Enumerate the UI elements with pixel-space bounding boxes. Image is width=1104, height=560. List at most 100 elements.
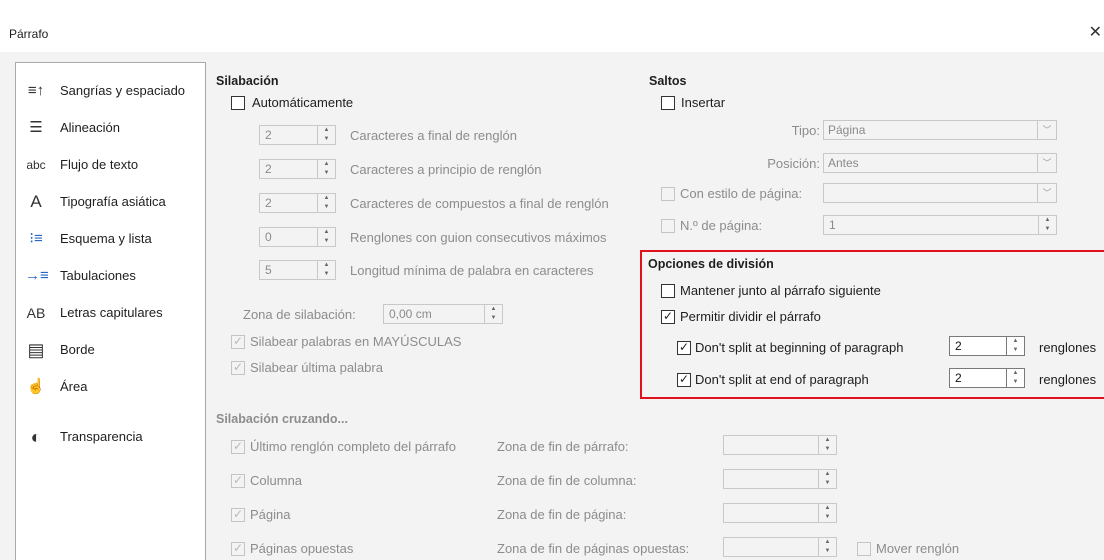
sidebar-item-tabs[interactable]: →≡ Tabulaciones — [16, 257, 205, 294]
checkmark-icon: ✓ — [232, 473, 244, 487]
spin-up-icon[interactable]: ▲ — [318, 160, 335, 169]
sidebar-item-border[interactable]: ▤ Borde — [16, 331, 205, 368]
spin-down-icon[interactable]: ▼ — [318, 135, 335, 144]
spinner-value: 5 — [265, 263, 272, 277]
no-split-start-spinner[interactable]: 2 ▲ ▼ — [949, 336, 1025, 356]
chars-line-begin-spinner[interactable]: 2 ▲ ▼ — [259, 159, 336, 179]
spin-down-icon[interactable]: ▼ — [819, 479, 836, 488]
sidebar-item-area[interactable]: ☝ Área — [16, 368, 205, 405]
automatic-hyphenation-checkbox[interactable] — [231, 96, 245, 110]
spin-up-icon[interactable]: ▲ — [318, 194, 335, 203]
spin-up-icon[interactable]: ▲ — [819, 470, 836, 479]
hyphenate-caps-checkbox[interactable]: ✓ — [231, 334, 245, 349]
spin-down-icon[interactable]: ▼ — [819, 547, 836, 556]
sidebar-item-outline-list[interactable]: ⁝≡ Esquema y lista — [16, 220, 205, 257]
spin-down-icon[interactable]: ▼ — [318, 203, 335, 212]
spin-up-icon[interactable]: ▲ — [318, 228, 335, 237]
spin-up-icon[interactable]: ▲ — [318, 261, 335, 270]
keep-with-next-label: Mantener junto al párrafo siguiente — [680, 283, 881, 298]
spin-buttons[interactable]: ▲ ▼ — [317, 126, 335, 144]
spin-buttons[interactable]: ▲ ▼ — [818, 436, 836, 454]
spinner-value: 0 — [265, 230, 272, 244]
spin-buttons[interactable]: ▲ ▼ — [317, 194, 335, 212]
no-split-end-spinner[interactable]: 2 ▲ ▼ — [949, 368, 1025, 388]
page-checkbox[interactable]: ✓ — [231, 507, 245, 522]
checkmark-icon: ✓ — [678, 372, 690, 386]
column-checkbox[interactable]: ✓ — [231, 473, 245, 488]
spin-up-icon[interactable]: ▲ — [485, 305, 502, 314]
spin-up-icon[interactable]: ▲ — [318, 126, 335, 135]
spin-buttons[interactable]: ▲ ▼ — [317, 261, 335, 279]
page-style-dropdown[interactable]: ﹀ — [823, 183, 1057, 203]
chevron-down-icon[interactable]: ﹀ — [1037, 184, 1056, 202]
spin-buttons[interactable]: ▲ ▼ — [484, 305, 502, 323]
facing-pages-zone-spinner[interactable]: ▲ ▼ — [723, 537, 837, 557]
min-word-length-spinner[interactable]: 5 ▲ ▼ — [259, 260, 336, 280]
page-style-checkbox[interactable] — [661, 187, 675, 201]
column-end-zone-spinner[interactable]: ▲ ▼ — [723, 469, 837, 489]
break-type-label: Tipo: — [791, 123, 820, 138]
spin-down-icon[interactable]: ▼ — [1039, 225, 1056, 234]
sidebar-item-drop-caps[interactable]: AB Letras capitulares — [16, 294, 205, 331]
break-type-dropdown[interactable]: Página ﹀ — [823, 120, 1057, 140]
spin-buttons[interactable]: ▲ ▼ — [1006, 369, 1024, 387]
hyphenate-last-word-checkbox[interactable]: ✓ — [231, 360, 245, 375]
chevron-down-icon[interactable]: ﹀ — [1037, 121, 1056, 139]
no-split-start-checkbox[interactable]: ✓ — [677, 340, 691, 355]
spin-up-icon[interactable]: ▲ — [819, 436, 836, 445]
spin-down-icon[interactable]: ▼ — [485, 314, 502, 323]
compound-chars-spinner[interactable]: 2 ▲ ▼ — [259, 193, 336, 213]
spin-down-icon[interactable]: ▼ — [318, 270, 335, 279]
sidebar-item-transparency[interactable]: ◐ Transparencia — [16, 418, 205, 455]
no-split-end-checkbox[interactable]: ✓ — [677, 372, 691, 387]
sidebar-item-indents[interactable]: ≡↑ Sangrías y espaciado — [16, 72, 205, 109]
spin-buttons[interactable]: ▲ ▼ — [818, 504, 836, 522]
move-line-checkbox[interactable] — [857, 542, 871, 556]
spin-down-icon[interactable]: ▼ — [318, 237, 335, 246]
sidebar-item-alignment[interactable]: ☰ Alineación — [16, 109, 205, 146]
insert-break-checkbox[interactable] — [661, 96, 675, 110]
paragraph-end-zone-spinner[interactable]: ▲ ▼ — [723, 435, 837, 455]
paragraph-end-zone-label: Zona de fin de párrafo: — [497, 439, 629, 454]
spin-up-icon[interactable]: ▲ — [1007, 369, 1024, 378]
sidebar-item-asian-typography[interactable]: A Tipografía asiática — [16, 183, 205, 220]
spin-buttons[interactable]: ▲ ▼ — [818, 538, 836, 556]
last-full-line-checkbox[interactable]: ✓ — [231, 439, 245, 454]
spin-buttons[interactable]: ▲ ▼ — [317, 228, 335, 246]
spin-up-icon[interactable]: ▲ — [819, 538, 836, 547]
no-split-start-label: Don't split at beginning of paragraph — [695, 340, 904, 355]
dialog-title: Párrafo — [9, 27, 49, 41]
spin-buttons[interactable]: ▲ ▼ — [818, 470, 836, 488]
keep-with-next-checkbox[interactable] — [661, 284, 675, 298]
spinner-value: 1 — [829, 218, 836, 232]
break-position-label: Posición: — [767, 156, 820, 171]
spin-buttons[interactable]: ▲ ▼ — [317, 160, 335, 178]
facing-pages-checkbox[interactable]: ✓ — [231, 541, 245, 556]
spin-down-icon[interactable]: ▼ — [318, 169, 335, 178]
spin-down-icon[interactable]: ▼ — [819, 445, 836, 454]
sidebar-item-label: Esquema y lista — [60, 231, 152, 246]
spinner-value: 2 — [955, 339, 962, 353]
spin-down-icon[interactable]: ▼ — [1007, 346, 1024, 355]
spin-down-icon[interactable]: ▼ — [1007, 378, 1024, 387]
max-hyphen-lines-spinner[interactable]: 0 ▲ ▼ — [259, 227, 336, 247]
checkmark-icon: ✓ — [232, 439, 244, 453]
sidebar-item-text-flow[interactable]: abc Flujo de texto — [16, 146, 205, 183]
spin-up-icon[interactable]: ▲ — [819, 504, 836, 513]
break-position-dropdown[interactable]: Antes ﹀ — [823, 153, 1057, 173]
spin-up-icon[interactable]: ▲ — [1007, 337, 1024, 346]
spin-buttons[interactable]: ▲ ▼ — [1006, 337, 1024, 355]
spin-buttons[interactable]: ▲ ▼ — [1038, 216, 1056, 234]
page-end-zone-spinner[interactable]: ▲ ▼ — [723, 503, 837, 523]
close-icon[interactable]: ✕ — [1089, 22, 1102, 42]
hyphenation-zone-spinner[interactable]: 0,00 cm ▲ ▼ — [383, 304, 503, 324]
chevron-down-icon[interactable]: ﹀ — [1037, 154, 1056, 172]
page-number-checkbox[interactable] — [661, 219, 675, 233]
allow-split-checkbox[interactable]: ✓ — [661, 309, 675, 324]
spin-up-icon[interactable]: ▲ — [1039, 216, 1056, 225]
spin-down-icon[interactable]: ▼ — [819, 513, 836, 522]
page-number-spinner[interactable]: 1 ▲ ▼ — [823, 215, 1057, 235]
chars-line-end-spinner[interactable]: 2 ▲ ▼ — [259, 125, 336, 145]
lines-unit-label: renglones — [1039, 340, 1097, 355]
checkmark-icon: ✓ — [232, 541, 244, 555]
